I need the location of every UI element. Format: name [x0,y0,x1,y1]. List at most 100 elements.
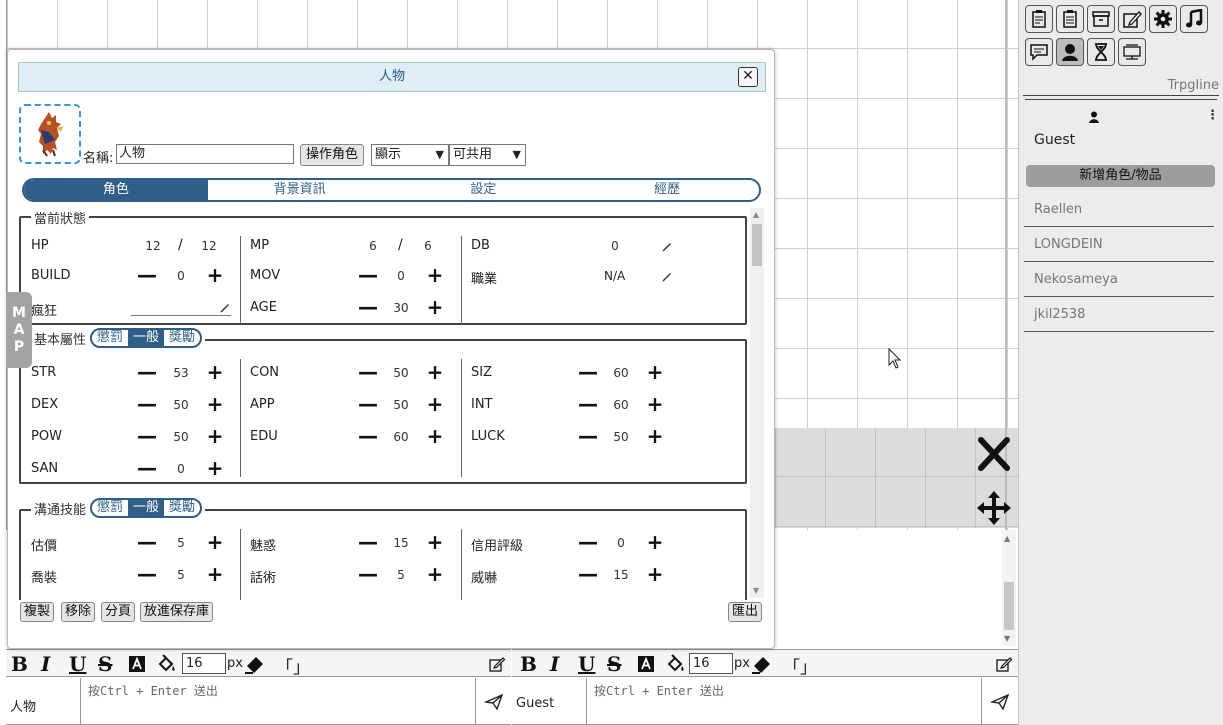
hp-max[interactable]: 12 [194,239,224,253]
minus-button[interactable]: — [358,265,378,285]
scroll-down-icon[interactable]: ▼ [753,586,759,595]
add-character-button[interactable]: 新增角色/物品 [1026,165,1215,187]
minus-button[interactable]: — [358,297,378,317]
strikethrough-button[interactable]: S [98,652,112,676]
speaker-name[interactable]: 人物 [10,696,36,715]
plus-button[interactable]: + [426,265,444,285]
chat-scrollbar[interactable]: ▲ ▼ [1002,530,1016,646]
minus-button[interactable]: — [358,362,378,382]
minus-button[interactable]: — [578,394,598,414]
italic-button[interactable]: I [550,652,559,676]
bold-button[interactable]: B [11,652,28,676]
plus-button[interactable]: + [646,426,664,446]
character-icon[interactable] [1056,38,1084,66]
character-list-item[interactable]: Nekosameya [1024,263,1214,297]
plus-button[interactable]: + [206,426,224,446]
map-move-icon[interactable] [976,488,1012,528]
chat-bubble-icon[interactable] [1025,38,1053,66]
madness-input[interactable] [131,315,231,316]
plus-button[interactable]: + [426,394,444,414]
scroll-up-icon[interactable]: ▲ [1004,534,1010,543]
message-input[interactable]: 按Ctrl + Enter 送出 [88,682,218,699]
minus-button[interactable]: — [358,426,378,446]
text-color-icon[interactable] [637,655,655,673]
hourglass-icon[interactable] [1087,38,1115,66]
scroll-up-icon[interactable]: ▲ [753,210,759,219]
mode-penalty[interactable]: 懲罰 [92,330,128,346]
character-list-item[interactable]: jkil2538 [1024,298,1214,332]
minus-button[interactable]: — [358,564,378,584]
message-input[interactable]: 按Ctrl + Enter 送出 [594,682,724,699]
minus-button[interactable]: — [578,426,598,446]
character-list-item[interactable]: LONGDEIN [1024,228,1214,262]
bold-button[interactable]: B [520,652,537,676]
remove-button[interactable]: 移除 [61,602,96,622]
minus-button[interactable]: — [137,265,157,285]
plus-button[interactable]: + [646,362,664,382]
avatar[interactable] [19,104,81,164]
plus-button[interactable]: + [426,564,444,584]
minus-button[interactable]: — [358,394,378,414]
copy-button[interactable]: 複製 [20,602,55,622]
strikethrough-button[interactable]: S [607,652,621,676]
minus-button[interactable]: — [578,564,598,584]
mode-bonus[interactable]: 獎勵 [164,500,200,516]
plus-button[interactable]: + [426,362,444,382]
font-size-input[interactable]: 16 [182,653,226,674]
speaker-name[interactable]: Guest [516,696,554,711]
minus-button[interactable]: — [358,532,378,552]
map-close-icon[interactable] [976,434,1012,474]
text-color-icon[interactable] [128,655,146,673]
fill-color-icon[interactable] [157,654,177,674]
pencil-icon[interactable] [219,301,231,313]
plus-button[interactable]: + [206,362,224,382]
notes-icon[interactable] [1025,5,1053,33]
mode-bonus[interactable]: 獎勵 [164,330,200,346]
plus-button[interactable]: + [206,458,224,478]
minus-button[interactable]: — [137,458,157,478]
export-button[interactable]: 匯出 [728,602,763,622]
minus-button[interactable]: — [137,532,157,552]
plus-button[interactable]: + [426,426,444,446]
underline-button[interactable]: U [578,652,595,676]
send-button[interactable] [981,678,1017,725]
character-list-item[interactable]: Raellen [1024,193,1214,227]
quote-button[interactable]: 「」 [276,653,310,678]
plus-button[interactable]: + [206,532,224,552]
minus-button[interactable]: — [137,426,157,446]
tab-settings[interactable]: 設定 [392,180,576,200]
edit-frame-icon[interactable] [1118,5,1146,33]
chat-scroll-thumb[interactable] [1004,582,1014,630]
scroll-down-icon[interactable]: ▼ [1004,634,1010,643]
operate-character-button[interactable]: 操作角色 [300,144,364,166]
fill-color-icon[interactable] [666,654,686,674]
send-button[interactable] [475,678,511,725]
tab-history[interactable]: 經歷 [575,180,759,200]
dialog-scrollbar[interactable]: ▲ ▼ [750,208,764,598]
plus-button[interactable]: + [646,394,664,414]
tab-background[interactable]: 背景資訊 [208,180,392,200]
minus-button[interactable]: — [137,564,157,584]
mode-penalty[interactable]: 懲罰 [92,500,128,516]
tab-character[interactable]: 角色 [24,180,208,200]
archive-icon[interactable] [1087,5,1115,33]
plus-button[interactable]: + [646,564,664,584]
dialog-scroll-thumb[interactable] [752,224,762,266]
name-input[interactable]: 人物 [116,144,294,164]
underline-button[interactable]: U [69,652,86,676]
clear-format-icon[interactable] [751,654,773,674]
mp-max[interactable]: 6 [413,239,443,253]
edit-frame-icon[interactable] [995,655,1013,673]
close-icon[interactable]: ✕ [738,67,758,87]
save-to-vault-button[interactable]: 放進保存庫 [140,602,214,622]
plus-button[interactable]: + [426,532,444,552]
plus-button[interactable]: + [206,564,224,584]
mode-normal[interactable]: 一般 [128,330,165,346]
share-select[interactable]: 可共用 ▼ [449,144,526,166]
quote-button[interactable]: 「」 [783,653,817,678]
pencil-icon[interactable] [661,270,673,282]
pencil-icon[interactable] [661,240,673,252]
gear-icon[interactable] [1149,5,1177,33]
plus-button[interactable]: + [206,394,224,414]
clipboard-icon[interactable] [1056,5,1084,33]
